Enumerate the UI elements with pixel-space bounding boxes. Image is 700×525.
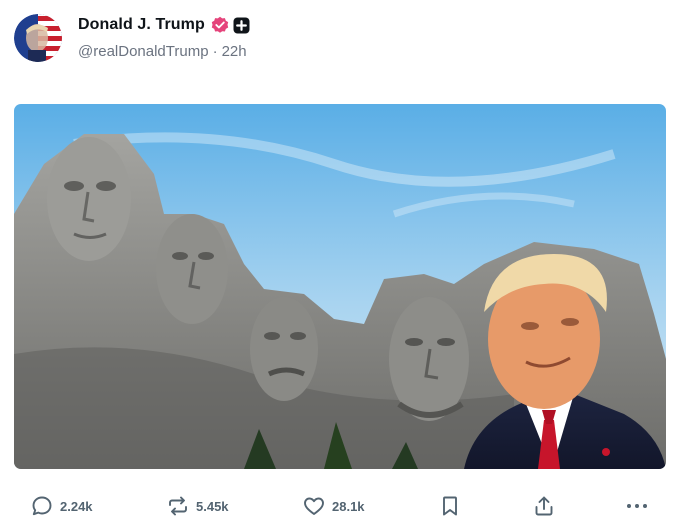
like-button[interactable]: 28.1k	[302, 492, 365, 520]
reply-button[interactable]: 2.24k	[30, 492, 93, 520]
repost-button[interactable]: 5.45k	[166, 492, 229, 520]
reply-count: 2.24k	[60, 498, 93, 514]
repost-count: 5.45k	[196, 498, 229, 514]
handle-separator: ·	[212, 43, 218, 60]
heart-icon	[302, 494, 326, 518]
share-button[interactable]	[532, 492, 556, 520]
author-display-name[interactable]: Donald J. Trump	[78, 16, 205, 34]
verified-badge-icon	[211, 16, 229, 34]
action-bar: 2.24k 5.45k 28.1k	[0, 488, 700, 524]
author-name-row: Donald J. Trump	[78, 14, 250, 36]
share-icon	[532, 494, 556, 518]
like-count: 28.1k	[332, 498, 365, 514]
author-handle[interactable]: @realDonaldTrump	[78, 43, 209, 60]
more-options-button[interactable]	[624, 492, 650, 520]
post-image[interactable]	[14, 104, 666, 469]
bookmark-icon	[438, 494, 462, 518]
author-handle-row: @realDonaldTrump · 22h	[78, 43, 247, 60]
repost-icon	[166, 494, 190, 518]
more-icon	[624, 494, 650, 518]
bookmark-button[interactable]	[438, 492, 462, 520]
avatar[interactable]	[14, 14, 62, 62]
post-timestamp[interactable]: 22h	[222, 43, 247, 60]
post-card: Donald J. Trump @realDonaldTrump · 22h 2…	[0, 0, 700, 525]
reply-icon	[30, 494, 54, 518]
plus-badge-icon	[233, 17, 250, 34]
